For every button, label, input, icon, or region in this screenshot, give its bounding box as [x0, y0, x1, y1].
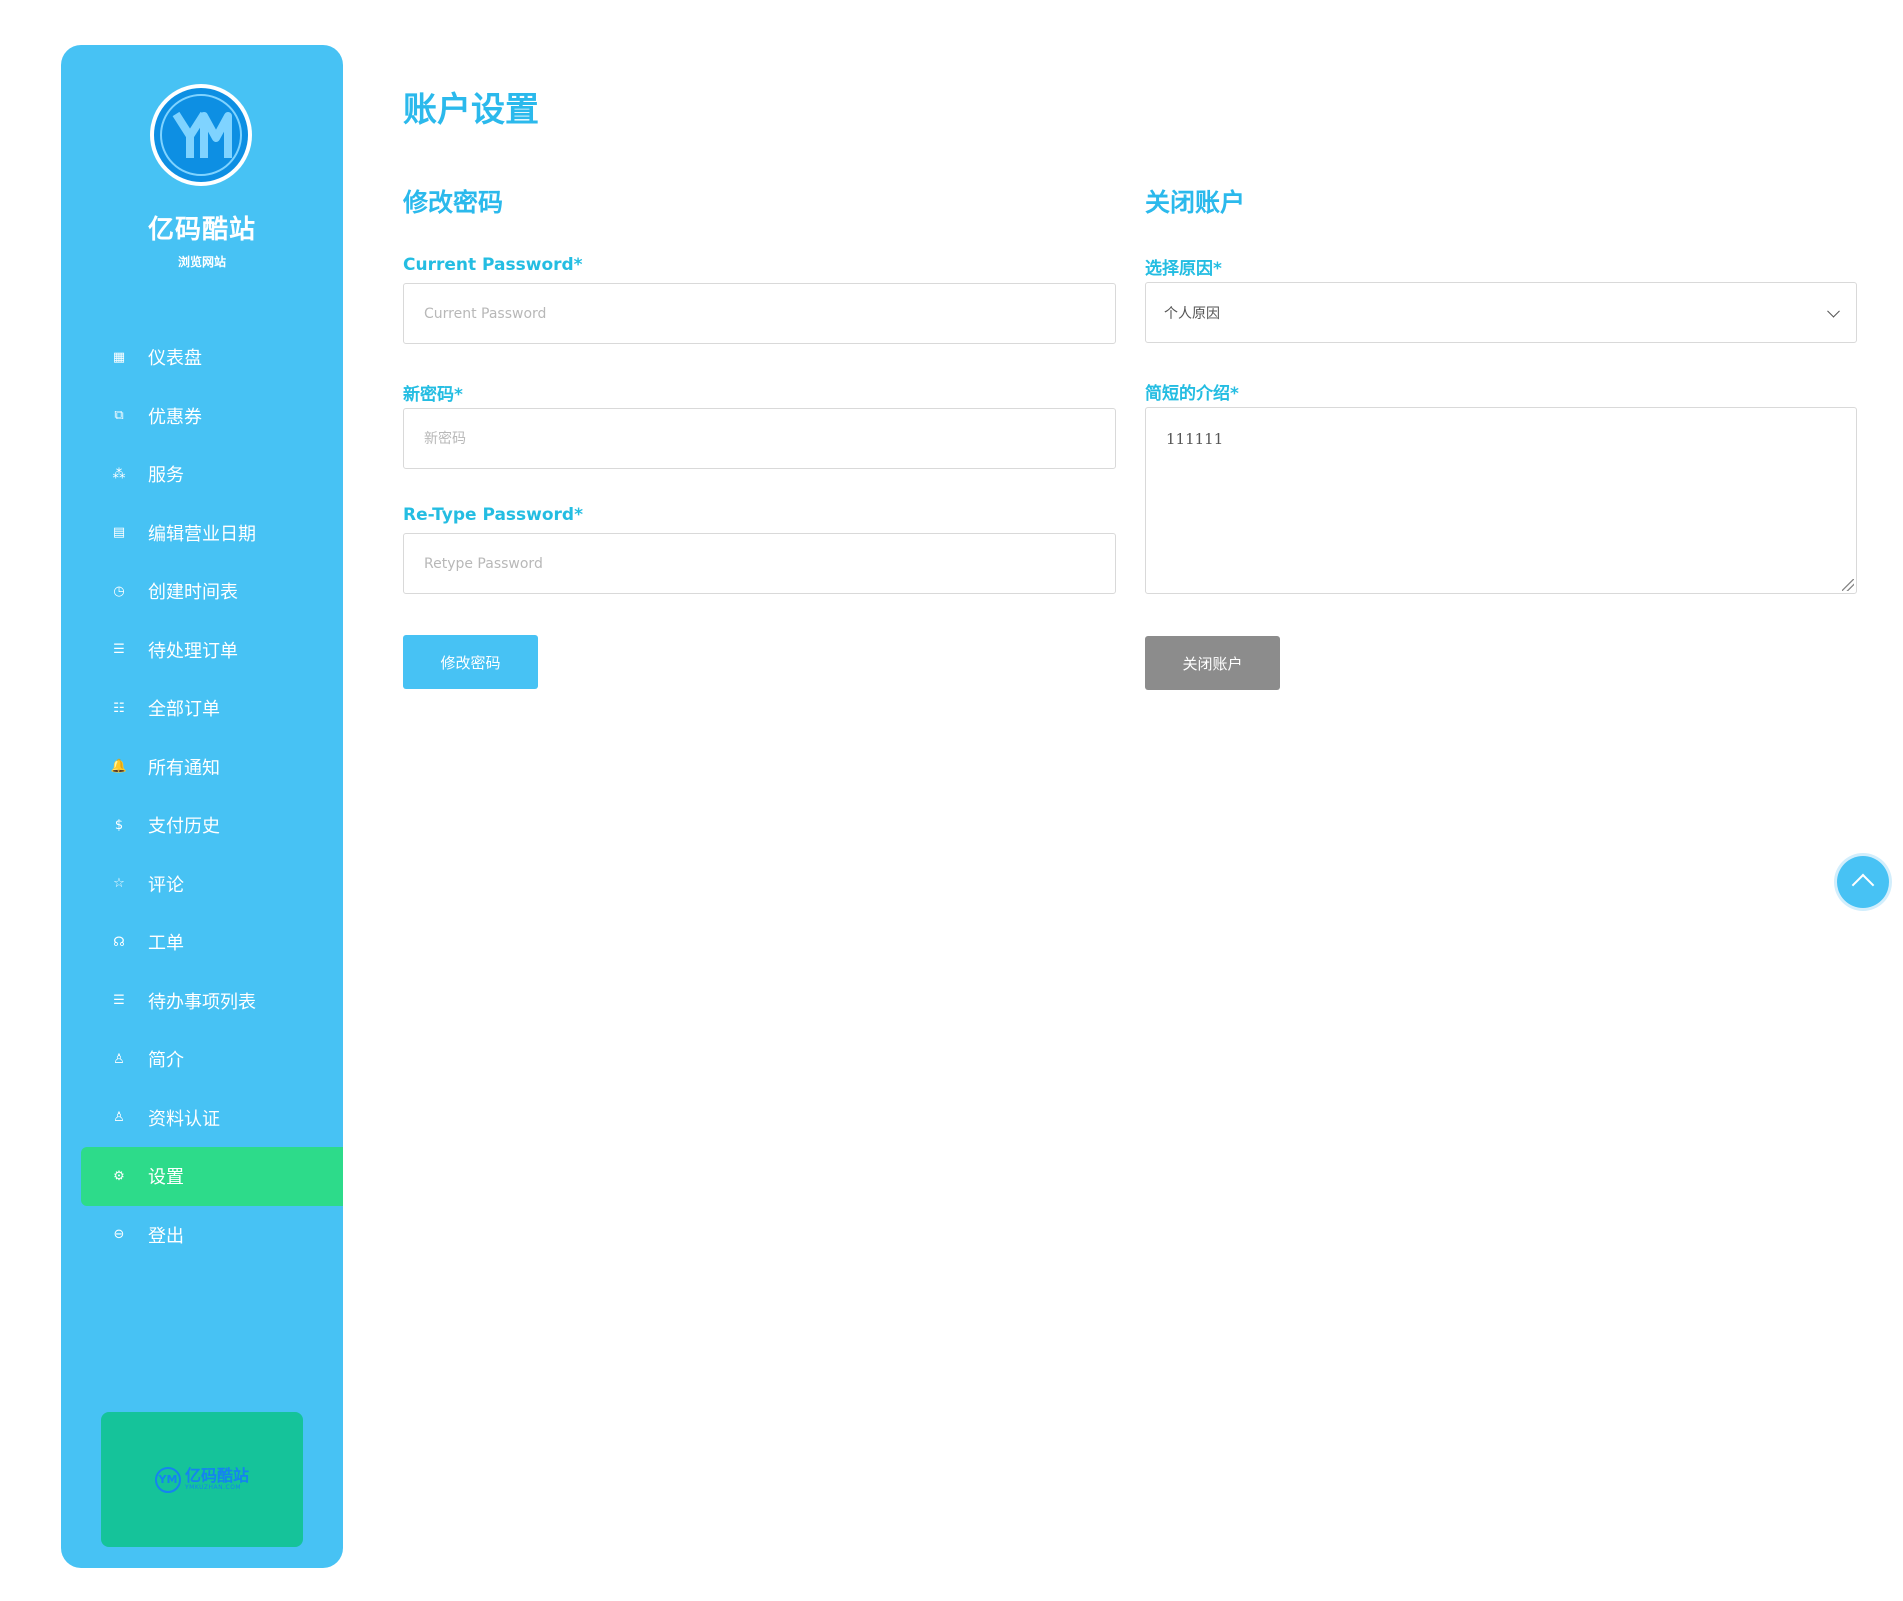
resize-handle-icon[interactable]: [1842, 579, 1854, 591]
sidebar-item-label: 仪表盘: [148, 348, 202, 370]
headset-icon: ☊: [113, 934, 125, 950]
retype-password-label: Re-Type Password*: [403, 505, 583, 525]
promo-logo: YM 亿码酷站 YMKUZHAN.COM: [154, 1466, 249, 1493]
sidebar-item-16[interactable]: ⊖ 登出: [61, 1206, 343, 1265]
sidebar-item-label: 所有通知: [148, 757, 220, 779]
chevron-down-icon: [1827, 304, 1840, 318]
todo-list-icon: ☰: [113, 993, 125, 1009]
logo-mark-icon: [154, 88, 248, 182]
new-password-input[interactable]: [403, 408, 1116, 469]
sidebar-item-6[interactable]: ☰ 待处理订单: [61, 621, 343, 680]
calendar-icon: ▤: [112, 525, 126, 541]
current-password-label: Current Password*: [403, 255, 583, 275]
sidebar-item-label: 优惠券: [148, 406, 202, 428]
sidebar-item-label: 全部订单: [148, 699, 220, 721]
sidebar-item-12[interactable]: ☰ 待办事项列表: [61, 972, 343, 1031]
promo-logo-icon: YM: [154, 1466, 181, 1493]
pending-list-icon: ☰: [113, 642, 125, 658]
promo-banner[interactable]: YM 亿码酷站 YMKUZHAN.COM: [101, 1412, 303, 1547]
user-verify-icon: ♙: [113, 1110, 125, 1126]
sidebar-item-label: 编辑营业日期: [148, 523, 256, 545]
page-title: 账户设置: [403, 90, 539, 130]
reason-label: 选择原因*: [1145, 259, 1222, 279]
sidebar-item-label: 待办事项列表: [148, 991, 256, 1013]
sidebar-item-9[interactable]: $ 支付历史: [61, 796, 343, 855]
new-password-label: 新密码*: [403, 385, 463, 405]
sidebar-item-label: 待处理订单: [148, 640, 238, 662]
change-password-button[interactable]: 修改密码: [403, 635, 538, 689]
sidebar-item-2[interactable]: ⧉ 优惠券: [61, 387, 343, 446]
current-password-input[interactable]: [403, 283, 1116, 344]
change-password-title: 修改密码: [403, 188, 504, 217]
sidebar-item-14[interactable]: ♙ 资料认证: [61, 1089, 343, 1148]
sidebar-item-10[interactable]: ☆ 评论: [61, 855, 343, 914]
sidebar-item-11[interactable]: ☊ 工单: [61, 913, 343, 972]
coupon-icon: ⧉: [114, 408, 124, 424]
brand-logo[interactable]: [150, 84, 252, 186]
close-account-button[interactable]: 关闭账户: [1145, 636, 1280, 690]
dollar-icon: $: [114, 817, 124, 833]
user-icon: ♙: [113, 1051, 125, 1067]
sidebar-item-label: 资料认证: [148, 1108, 220, 1130]
sidebar-item-label: 支付历史: [148, 816, 220, 838]
retype-password-input[interactable]: [403, 533, 1116, 594]
sidebar-item-label: 简介: [148, 1050, 184, 1072]
reason-select-value: 个人原因: [1164, 305, 1220, 322]
sidebar-item-label: 工单: [148, 933, 184, 955]
clock-icon: ◷: [113, 583, 125, 599]
sidebar-item-1[interactable]: ▦ 仪表盘: [61, 328, 343, 387]
visit-site-link[interactable]: 浏览网站: [61, 253, 343, 270]
sidebar-item-3[interactable]: ⁂ 服务: [61, 445, 343, 504]
sidebar-item-13[interactable]: ♙ 简介: [61, 1030, 343, 1089]
close-account-title: 关闭账户: [1145, 188, 1246, 217]
sidebar-item-label: 登出: [148, 1225, 184, 1247]
promo-text: 亿码酷站: [184, 1466, 249, 1485]
sidebar: 亿码酷站 浏览网站 ▦ 仪表盘 ⧉ 优惠券 ⁂ 服务 ▤ 编辑营业日期 ◷ 创建时间表 ☰ 待处理订单…: [61, 45, 343, 1568]
sidebar-item-7[interactable]: ☷ 全部订单: [61, 679, 343, 738]
intro-textarea[interactable]: 111111: [1145, 407, 1857, 594]
sidebar-item-5[interactable]: ◷ 创建时间表: [61, 562, 343, 621]
sidebar-item-label: 评论: [148, 874, 184, 896]
sidebar-item-label: 设置: [148, 1167, 184, 1189]
intro-label: 简短的介绍*: [1145, 384, 1239, 404]
sidebar-item-label: 服务: [148, 465, 184, 487]
brand-name: 亿码酷站: [147, 215, 256, 245]
logout-icon: ⊖: [113, 1227, 125, 1243]
chevron-up-icon: [1851, 873, 1875, 897]
gear-icon: ⚙: [113, 1168, 125, 1184]
sidebar-item-15[interactable]: ⚙ 设置: [81, 1147, 343, 1206]
scroll-to-top-button[interactable]: [1837, 856, 1889, 908]
sidebar-item-8[interactable]: 🔔 所有通知: [61, 738, 343, 797]
sidebar-item-4[interactable]: ▤ 编辑营业日期: [61, 504, 343, 563]
sidebar-nav: ▦ 仪表盘 ⧉ 优惠券 ⁂ 服务 ▤ 编辑营业日期 ◷ 创建时间表 ☰ 待处理订单 ☷ 全部订单 🔔 所有通知…: [61, 328, 343, 1264]
checklist-icon: ☷: [113, 700, 125, 716]
services-icon: ⁂: [112, 466, 126, 482]
grid-icon: ▦: [112, 349, 126, 365]
intro-textarea-value: 111111: [1166, 430, 1224, 448]
reason-select[interactable]: 个人原因: [1145, 282, 1857, 343]
promo-domain: YMKUZHAN.COM: [184, 1484, 242, 1491]
star-icon: ☆: [113, 876, 125, 892]
bell-icon: 🔔: [110, 759, 128, 775]
sidebar-item-label: 创建时间表: [148, 582, 238, 604]
